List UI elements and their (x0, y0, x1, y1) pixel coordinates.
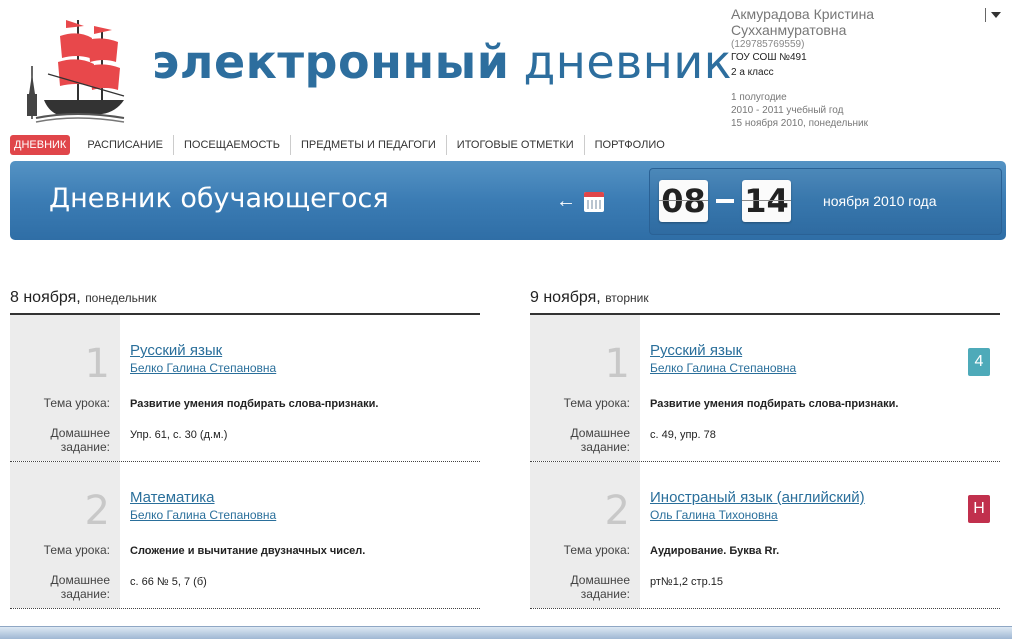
lesson-number: 2 (84, 488, 110, 534)
grade-badge[interactable]: 4 (968, 348, 990, 376)
calendar-icon[interactable] (584, 192, 604, 212)
window-bottom-bar (0, 626, 1012, 639)
lesson-topic: Развитие умения подбирать слова-признаки… (650, 398, 899, 410)
lesson-topic: Развитие умения подбирать слова-признаки… (130, 398, 379, 410)
lesson-teacher-link[interactable]: Белко Галина Степановна (130, 508, 276, 522)
lesson-teacher-link[interactable]: Оль Галина Тихоновна (650, 508, 778, 522)
homework-label: Домашнее задание: (50, 426, 110, 454)
date-from: 08 (659, 180, 708, 222)
day-date: 9 ноября, (530, 289, 601, 306)
user-year: 2010 - 2011 учебный год (731, 105, 844, 116)
lesson-subject-link[interactable]: Русский язык (130, 342, 222, 359)
day-header: 8 ноября, понедельник (10, 289, 480, 315)
day-weekday: понедельник (85, 291, 157, 305)
user-period: 1 полугодие 2010 - 2011 учебный год 15 н… (731, 91, 991, 130)
day-header: 9 ноября, вторник (530, 289, 1000, 315)
page-banner: Дневник обучающегося ← 08 14 ноября 2010… (10, 161, 1006, 240)
lesson-row: 2 Иностраный язык (английский) Оль Галин… (530, 462, 1000, 609)
lesson-subject-link[interactable]: Иностраный язык (английский) (650, 489, 865, 506)
homework-label: Домашнее задание: (570, 573, 630, 601)
logo-icon (27, 20, 125, 123)
user-date: 15 ноября 2010, понедельник (731, 118, 869, 129)
main-nav: ДНЕВНИК РАСПИСАНИЕ ПОСЕЩАЕМОСТЬ ПРЕДМЕТЫ… (10, 135, 675, 155)
homework-label: Домашнее задание: (50, 573, 110, 601)
lesson-teacher-link[interactable]: Белко Галина Степановна (650, 361, 796, 375)
topic-label: Тема урока: (43, 543, 110, 557)
lesson-subject-link[interactable]: Математика (130, 489, 215, 506)
site-title-bold: электронный (152, 35, 510, 89)
lesson-homework: рт№1,2 стр.15 (650, 576, 724, 588)
date-to: 14 (742, 180, 791, 222)
user-class: 2 а класс (731, 67, 774, 78)
date-month-year: ноября 2010 года (823, 193, 937, 209)
lesson-homework: с. 66 № 5, 7 (б) (130, 576, 207, 588)
lesson-row: 1 Русский язык Белко Галина Степановна Т… (530, 315, 1000, 462)
lesson-number: 1 (84, 341, 110, 387)
site-title-regular: дневник (523, 35, 733, 89)
lesson-row: 2 Математика Белко Галина Степановна Тем… (10, 462, 480, 609)
date-separator (716, 199, 734, 203)
lesson-subject-link[interactable]: Русский язык (650, 342, 742, 359)
nav-item-final-marks[interactable]: ИТОГОВЫЕ ОТМЕТКИ (447, 135, 585, 155)
day-weekday: вторник (605, 291, 649, 305)
homework-label: Домашнее задание: (570, 426, 630, 454)
nav-item-portfolio[interactable]: ПОРТФОЛИО (585, 135, 675, 155)
topic-label: Тема урока: (563, 543, 630, 557)
nav-item-attendance[interactable]: ПОСЕЩАЕМОСТЬ (174, 135, 291, 155)
lesson-number: 2 (604, 488, 630, 534)
lesson-homework: с. 49, упр. 78 (650, 429, 716, 441)
topic-label: Тема урока: (43, 396, 110, 410)
lesson-topic: Аудирование. Буква Rr. (650, 545, 780, 557)
date-range: 08 14 ноября 2010 года (649, 168, 1002, 235)
user-school: ГОУ СОШ №491 (731, 52, 807, 63)
day-column: 8 ноября, понедельник 1 Русский язык Бел… (10, 289, 480, 609)
user-semester: 1 полугодие (731, 92, 787, 103)
lesson-topic: Сложение и вычитание двузначных чисел. (130, 545, 366, 557)
topic-label: Тема урока: (563, 396, 630, 410)
nav-item-diary[interactable]: ДНЕВНИК (10, 135, 71, 155)
user-dropdown-icon[interactable] (985, 8, 1002, 22)
lesson-number: 1 (604, 341, 630, 387)
page-title: Дневник обучающегося (49, 183, 389, 214)
nav-item-subjects[interactable]: ПРЕДМЕТЫ И ПЕДАГОГИ (291, 135, 447, 155)
site-title: электронный дневник (152, 34, 732, 90)
user-phone: (129785769559) (731, 39, 805, 50)
lesson-row: 1 Русский язык Белко Галина Степановна Т… (10, 315, 480, 462)
absence-badge[interactable]: Н (968, 495, 990, 523)
day-date: 8 ноября, (10, 289, 81, 306)
back-arrow-icon[interactable]: ← (556, 189, 576, 213)
lesson-homework: Упр. 61, с. 30 (д.м.) (130, 429, 228, 441)
day-column: 9 ноября, вторник 1 Русский язык Белко Г… (530, 289, 1000, 609)
nav-item-schedule[interactable]: РАСПИСАНИЕ (77, 135, 175, 155)
user-name: Акмурадова Кристина Сухханмуратовна (731, 6, 875, 38)
user-info: Акмурадова Кристина Сухханмуратовна (129… (731, 6, 991, 130)
lesson-teacher-link[interactable]: Белко Галина Степановна (130, 361, 276, 375)
